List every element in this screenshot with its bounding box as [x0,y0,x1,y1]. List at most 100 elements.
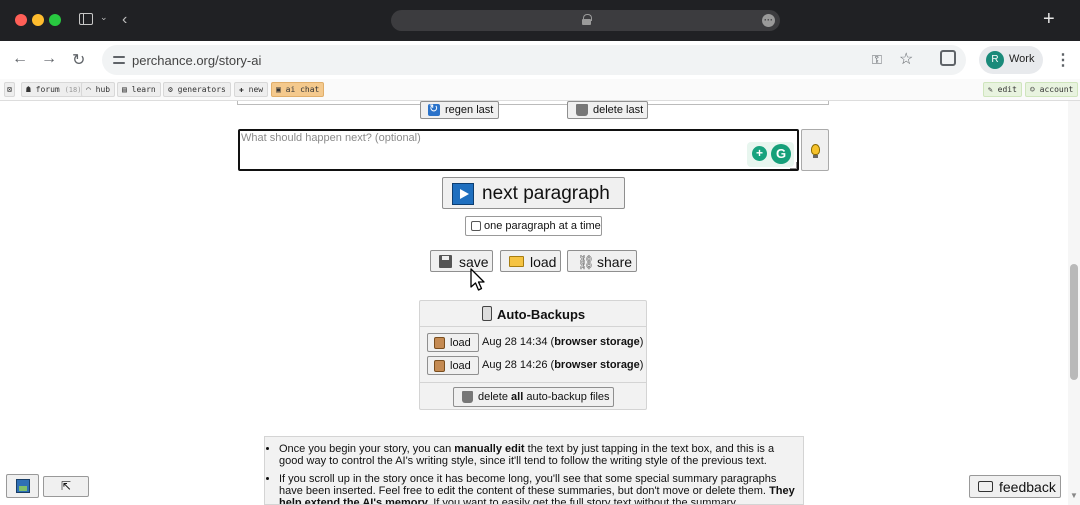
nav-generators-label: generators [177,85,226,94]
regen-icon [428,102,440,116]
nav-generators[interactable]: ⚙ generators [163,82,231,97]
nav-edit[interactable]: ✎ edit [983,82,1022,97]
close-window-button[interactable] [15,14,27,26]
backup-time: Aug 28 14:34 [482,336,548,348]
backup-load-button[interactable]: load [427,356,479,375]
back-arrow-icon[interactable]: ← [12,50,28,68]
resize-grip-icon[interactable] [790,162,797,169]
nav-learn-label: learn [131,85,156,94]
image-panel-button[interactable] [6,474,39,498]
feedback-button[interactable]: feedback [969,475,1061,498]
backup-load-button[interactable]: load [427,333,479,352]
nav-forum-label: forum [35,85,60,94]
tab-options-icon[interactable]: ··· [762,14,775,27]
forum-icon: ☗ [26,85,31,94]
mouse-pointer-icon [470,268,485,291]
load-label: load [530,254,557,270]
next-paragraph-label: next paragraph [482,183,610,204]
grammarly-widget[interactable]: + G [747,142,794,167]
minimize-window-button[interactable] [32,14,44,26]
close-bar-icon[interactable]: ⊠ [4,82,15,97]
nav-new[interactable]: ✚ new [234,82,269,97]
nav-account-label: account [1039,85,1074,94]
regen-last-label: regen last [445,104,494,116]
one-paragraph-checkbox[interactable] [471,221,481,231]
user-icon: ☺ [1030,85,1035,94]
nav-ai-chat-label: ai chat [285,85,320,94]
feedback-label: feedback [999,479,1056,495]
what-next-input[interactable]: What should happen next? (optional) + G [238,129,799,171]
lightbulb-icon [811,144,820,158]
auto-backups-panel: Auto-Backups load Aug 28 14:34 (browser … [419,300,647,410]
one-paragraph-toggle[interactable]: one paragraph at a time [465,216,602,236]
backup-info: Aug 28 14:26 (browser storage) [482,359,644,371]
site-info-icon[interactable] [111,52,127,68]
auto-backups-header: Auto-Backups [420,301,646,327]
auto-backups-footer: delete all auto-backup files [420,382,646,410]
trash-icon [576,104,588,116]
window-titlebar: ⌄ ‹ ··· + [0,0,1080,41]
book-icon [434,337,445,349]
speech-bubble-icon [978,481,993,492]
backup-storage: browser storage [554,359,640,371]
load-button[interactable]: load [500,250,561,272]
gears-icon: ⚙ [168,85,173,94]
grammarly-g-icon[interactable]: G [771,144,791,164]
scroll-down-icon[interactable]: ▼ [1070,491,1078,500]
share-label: share [597,254,633,270]
delete-all-label: delete all auto-backup files [478,391,610,403]
nav-account[interactable]: ☺ account [1025,82,1079,97]
nav-new-label: new [248,85,264,94]
maximize-window-button[interactable] [49,14,61,26]
tip-item: Once you begin your story, you can manua… [279,443,795,467]
sidebar-toggle-icon[interactable] [79,13,93,25]
browser-menu-icon[interactable]: ⋮ [1055,50,1071,70]
page-scrollbar[interactable]: ▼ [1068,101,1080,505]
plus-icon: ✚ [239,85,244,94]
new-tab-icon[interactable]: + [1043,8,1055,30]
address-bar[interactable]: perchance.org/story-ai ⚿ ☆ [102,45,966,75]
url-text[interactable]: perchance.org/story-ai [132,53,261,68]
nav-hub[interactable]: ◠ hub [81,82,116,97]
one-paragraph-label: one paragraph at a time [484,220,601,232]
active-tab[interactable]: ··· [391,10,780,31]
profile-button[interactable]: R Work [979,46,1043,74]
nav-hub-label: hub [95,85,111,94]
chat-icon: ▣ [276,85,281,94]
share-button[interactable]: ⛓ share [567,250,637,272]
backup-row: load Aug 28 14:26 (browser storage) [420,355,646,378]
pencil-icon: ✎ [988,85,993,94]
regen-last-button[interactable]: regen last [420,101,499,119]
browser-toolbar: ← → ↻ perchance.org/story-ai ⚿ ☆ R Work … [0,41,1080,79]
profile-label: Work [1009,53,1035,65]
chevron-down-icon[interactable]: ⌄ [100,12,108,23]
nav-learn[interactable]: ▤ learn [117,82,161,97]
auto-backups-title: Auto-Backups [497,307,586,322]
backup-info: Aug 28 14:34 (browser storage) [482,336,644,348]
book-icon [434,360,445,372]
scrollbar-thumb[interactable] [1070,264,1078,380]
expand-button[interactable]: ⇱ [43,476,89,497]
tip-item: If you scroll up in the story once it ha… [279,473,795,504]
next-paragraph-button[interactable]: next paragraph [442,177,625,209]
play-icon [452,183,474,205]
reload-icon[interactable]: ↻ [72,50,85,70]
extensions-icon[interactable] [940,50,956,66]
nav-ai-chat[interactable]: ▣ ai chat [271,82,325,97]
story-textbox-bottom[interactable] [237,101,829,105]
delete-last-button[interactable]: delete last [567,101,648,119]
grammarly-plus-icon[interactable]: + [752,146,767,161]
tab-back-icon[interactable]: ‹ [122,11,127,29]
idea-button[interactable] [801,129,829,171]
bookmark-star-icon[interactable]: ☆ [899,49,913,69]
nav-edit-label: edit [997,85,1017,94]
forward-arrow-icon[interactable]: → [41,50,57,68]
rainbow-icon: ◠ [86,85,91,94]
delete-all-backups-button[interactable]: delete all auto-backup files [453,387,614,407]
nav-forum[interactable]: ☗ forum (18) [21,82,87,97]
password-key-icon[interactable]: ⚿ [872,52,882,68]
avatar: R [986,51,1004,69]
backup-load-label: load [450,337,471,349]
floppy-disk-icon [439,255,452,268]
backup-load-label: load [450,360,471,372]
